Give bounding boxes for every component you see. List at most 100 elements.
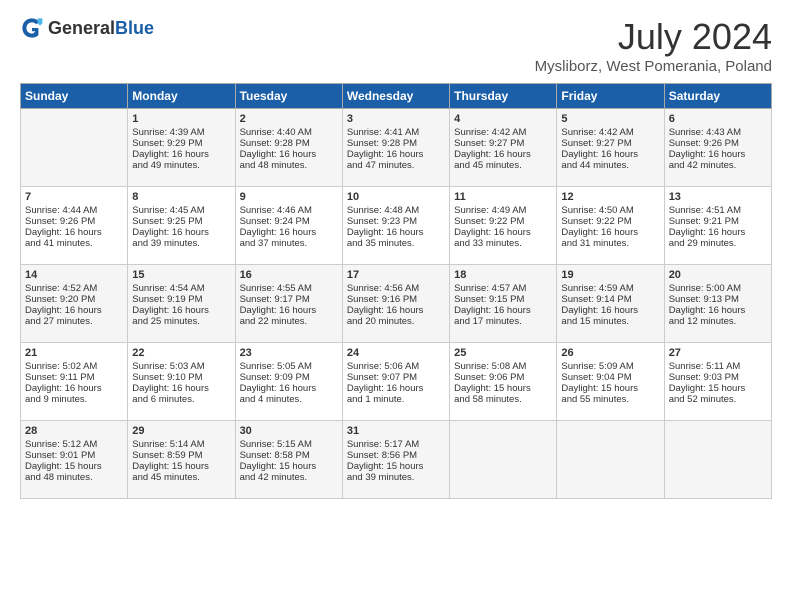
day-info: and 12 minutes. [669,316,767,327]
day-number: 16 [240,269,338,281]
calendar-cell: 19Sunrise: 4:59 AMSunset: 9:14 PMDayligh… [557,265,664,343]
day-number: 3 [347,113,445,125]
calendar-cell: 10Sunrise: 4:48 AMSunset: 9:23 PMDayligh… [342,187,449,265]
calendar-cell: 6Sunrise: 4:43 AMSunset: 9:26 PMDaylight… [664,109,771,187]
calendar-cell: 4Sunrise: 4:42 AMSunset: 9:27 PMDaylight… [450,109,557,187]
day-info: Sunset: 9:19 PM [132,294,230,305]
day-info: Sunrise: 4:40 AM [240,127,338,138]
week-row-4: 21Sunrise: 5:02 AMSunset: 9:11 PMDayligh… [21,343,772,421]
day-info: Sunrise: 5:02 AM [25,361,123,372]
weekday-saturday: Saturday [664,84,771,109]
title-block: July 2024 Mysliborz, West Pomerania, Pol… [535,16,772,75]
day-number: 29 [132,425,230,437]
day-number: 5 [561,113,659,125]
day-info: Sunrise: 5:00 AM [669,283,767,294]
day-info: Daylight: 16 hours [669,227,767,238]
weekday-tuesday: Tuesday [235,84,342,109]
day-info: and 1 minute. [347,394,445,405]
day-number: 13 [669,191,767,203]
week-row-1: 1Sunrise: 4:39 AMSunset: 9:29 PMDaylight… [21,109,772,187]
day-info: and 22 minutes. [240,316,338,327]
calendar-cell [450,421,557,499]
weekday-header-row: SundayMondayTuesdayWednesdayThursdayFrid… [21,84,772,109]
day-info: Sunrise: 5:14 AM [132,439,230,450]
day-info: Sunrise: 5:06 AM [347,361,445,372]
day-info: Sunrise: 4:45 AM [132,205,230,216]
day-info: and 45 minutes. [454,160,552,171]
day-number: 17 [347,269,445,281]
day-info: Sunset: 9:23 PM [347,216,445,227]
logo-general: General [48,18,115,38]
calendar-cell: 1Sunrise: 4:39 AMSunset: 9:29 PMDaylight… [128,109,235,187]
day-info: Sunset: 9:24 PM [240,216,338,227]
calendar-cell: 8Sunrise: 4:45 AMSunset: 9:25 PMDaylight… [128,187,235,265]
calendar-cell: 25Sunrise: 5:08 AMSunset: 9:06 PMDayligh… [450,343,557,421]
day-info: Daylight: 16 hours [132,383,230,394]
calendar-cell: 13Sunrise: 4:51 AMSunset: 9:21 PMDayligh… [664,187,771,265]
day-info: and 31 minutes. [561,238,659,249]
day-info: Sunrise: 4:56 AM [347,283,445,294]
day-info: Daylight: 16 hours [240,227,338,238]
day-info: Sunset: 9:20 PM [25,294,123,305]
day-number: 12 [561,191,659,203]
weekday-wednesday: Wednesday [342,84,449,109]
calendar-cell: 24Sunrise: 5:06 AMSunset: 9:07 PMDayligh… [342,343,449,421]
day-info: and 35 minutes. [347,238,445,249]
day-info: Daylight: 15 hours [132,461,230,472]
day-info: Sunrise: 5:12 AM [25,439,123,450]
day-info: Sunset: 9:26 PM [25,216,123,227]
day-info: and 6 minutes. [132,394,230,405]
day-info: Daylight: 16 hours [240,305,338,316]
day-number: 26 [561,347,659,359]
logo: GeneralBlue [20,16,154,40]
day-number: 18 [454,269,552,281]
day-info: Sunset: 8:59 PM [132,450,230,461]
day-info: Sunrise: 4:55 AM [240,283,338,294]
day-number: 1 [132,113,230,125]
day-info: Sunset: 9:22 PM [561,216,659,227]
day-info: Sunset: 9:17 PM [240,294,338,305]
day-info: Daylight: 16 hours [561,227,659,238]
week-row-2: 7Sunrise: 4:44 AMSunset: 9:26 PMDaylight… [21,187,772,265]
day-info: and 15 minutes. [561,316,659,327]
day-info: Sunset: 9:03 PM [669,372,767,383]
day-number: 2 [240,113,338,125]
calendar-cell: 12Sunrise: 4:50 AMSunset: 9:22 PMDayligh… [557,187,664,265]
day-info: Sunset: 9:16 PM [347,294,445,305]
day-info: Daylight: 16 hours [669,305,767,316]
day-info: Sunrise: 4:54 AM [132,283,230,294]
day-info: and 48 minutes. [25,472,123,483]
day-info: Daylight: 16 hours [454,149,552,160]
day-info: and 45 minutes. [132,472,230,483]
day-info: Sunset: 9:09 PM [240,372,338,383]
day-info: Daylight: 16 hours [561,305,659,316]
calendar-cell: 16 Sunrise: 4:55 AMSunset: 9:17 PMDayligh… [235,265,342,343]
day-info: Sunset: 9:11 PM [25,372,123,383]
day-info: and 27 minutes. [25,316,123,327]
day-number: 7 [25,191,123,203]
day-number: 27 [669,347,767,359]
day-info: and 41 minutes. [25,238,123,249]
day-info: Sunset: 9:15 PM [454,294,552,305]
day-info: Sunset: 9:06 PM [454,372,552,383]
day-info: and 48 minutes. [240,160,338,171]
day-info: Sunrise: 4:59 AM [561,283,659,294]
weekday-sunday: Sunday [21,84,128,109]
calendar-cell: 18Sunrise: 4:57 AMSunset: 9:15 PMDayligh… [450,265,557,343]
day-info: Daylight: 16 hours [454,305,552,316]
day-info: Sunrise: 4:41 AM [347,127,445,138]
day-info: Sunset: 9:28 PM [347,138,445,149]
calendar-cell: 28Sunrise: 5:12 AMSunset: 9:01 PMDayligh… [21,421,128,499]
day-info: Sunset: 9:21 PM [669,216,767,227]
logo-icon [20,16,44,40]
calendar-cell [664,421,771,499]
calendar-cell: 14Sunrise: 4:52 AMSunset: 9:20 PMDayligh… [21,265,128,343]
day-number: 8 [132,191,230,203]
day-info: Sunrise: 5:15 AM [240,439,338,450]
calendar-cell: 5Sunrise: 4:42 AMSunset: 9:27 PMDaylight… [557,109,664,187]
day-info: and 29 minutes. [669,238,767,249]
day-info: Sunset: 9:10 PM [132,372,230,383]
day-info: Sunrise: 5:09 AM [561,361,659,372]
day-info: and 47 minutes. [347,160,445,171]
day-info: Daylight: 16 hours [347,305,445,316]
